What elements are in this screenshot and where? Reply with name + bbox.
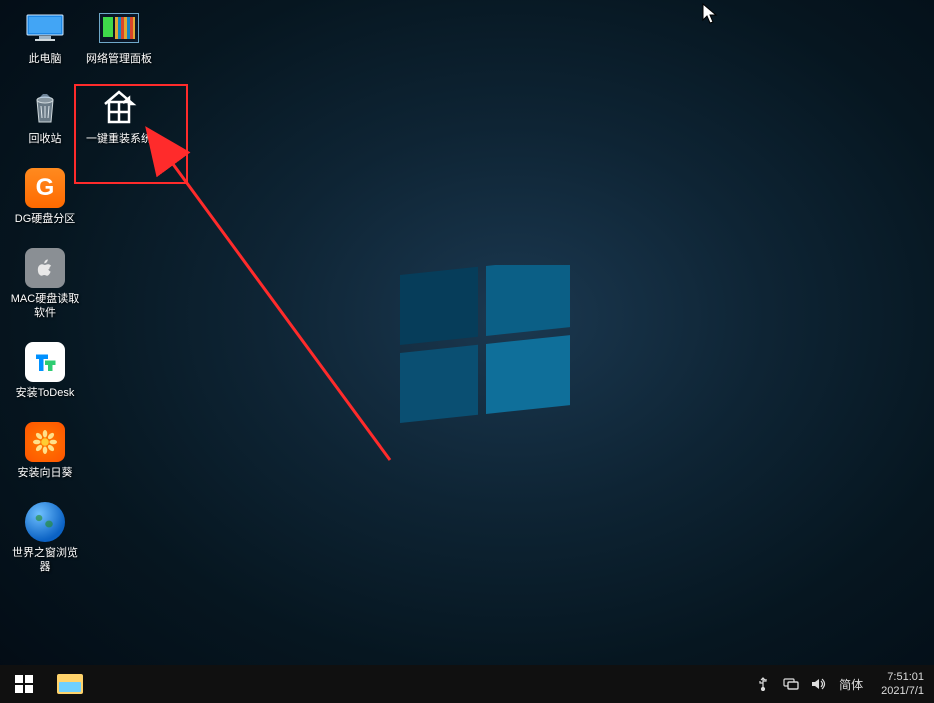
desktop-icon-dg-partition[interactable]: G DG硬盘分区 xyxy=(8,168,82,226)
apple-disk-icon xyxy=(25,248,65,288)
icon-label: 安装ToDesk xyxy=(16,386,75,400)
todesk-icon xyxy=(25,342,65,382)
dashboard-icon xyxy=(99,8,139,48)
usb-icon[interactable] xyxy=(755,676,771,692)
icon-label: 世界之窗浏览器 xyxy=(9,546,81,574)
taskbar: 简体 7:51:01 2021/7/1 xyxy=(0,665,934,703)
desktop-icon-install-todesk[interactable]: 安装ToDesk xyxy=(8,342,82,400)
cursor-icon xyxy=(702,3,720,25)
globe-icon xyxy=(25,502,65,542)
icon-label: 网络管理面板 xyxy=(86,52,152,66)
icon-label: 一键重装系统 xyxy=(86,132,152,146)
system-tray: 简体 xyxy=(747,665,871,703)
desktop-icon-this-pc[interactable]: 此电脑 xyxy=(8,8,82,66)
ime-indicator[interactable]: 简体 xyxy=(839,676,863,693)
icon-label: DG硬盘分区 xyxy=(15,212,76,226)
file-explorer-icon xyxy=(57,674,83,694)
icon-label: 此电脑 xyxy=(29,52,62,66)
dg-icon: G xyxy=(25,168,65,208)
house-window-icon xyxy=(99,88,139,128)
volume-icon[interactable] xyxy=(811,676,827,692)
taskbar-app-file-explorer[interactable] xyxy=(48,665,92,703)
clock-time: 7:51:01 xyxy=(881,670,924,684)
desktop[interactable]: 此电脑 回收站 G DG硬盘分区 xyxy=(0,0,934,665)
monitor-icon xyxy=(25,8,65,48)
taskbar-clock[interactable]: 7:51:01 2021/7/1 xyxy=(871,670,934,698)
clock-date: 2021/7/1 xyxy=(881,684,924,698)
desktop-icon-install-sunflower[interactable]: 安装向日葵 xyxy=(8,422,82,480)
desktop-icon-recycle-bin[interactable]: 回收站 xyxy=(8,88,82,146)
start-button[interactable] xyxy=(0,665,48,703)
annotation-arrow xyxy=(140,120,420,480)
windows-start-icon xyxy=(15,675,33,693)
windows-logo-icon xyxy=(400,265,570,435)
icon-label: 安装向日葵 xyxy=(18,466,73,480)
recycle-bin-icon xyxy=(25,88,65,128)
network-icon[interactable] xyxy=(783,676,799,692)
desktop-icon-network-panel[interactable]: 网络管理面板 xyxy=(82,8,156,66)
desktop-icon-world-window-browser[interactable]: 世界之窗浏览器 xyxy=(8,502,82,574)
sunflower-icon xyxy=(25,422,65,462)
desktop-icon-one-click-reinstall[interactable]: 一键重装系统 xyxy=(82,88,156,146)
icon-label: MAC硬盘读取软件 xyxy=(9,292,81,320)
icon-label: 回收站 xyxy=(29,132,62,146)
desktop-icon-mac-disk-read[interactable]: MAC硬盘读取软件 xyxy=(8,248,82,320)
